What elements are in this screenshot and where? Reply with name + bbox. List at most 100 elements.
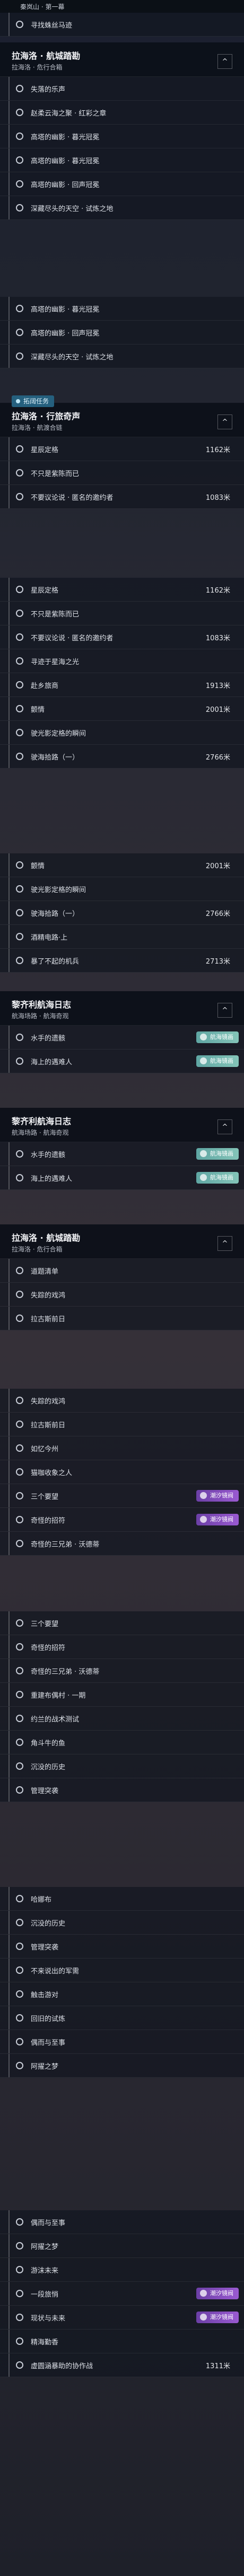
list-item[interactable]: 沉没的历史 bbox=[0, 1911, 244, 1935]
list-item[interactable]: 约兰的战术测试 bbox=[0, 1707, 244, 1731]
collapse-icon[interactable]: ^ bbox=[217, 414, 232, 429]
list-item[interactable]: 驶光影定格的瞬间 bbox=[0, 721, 244, 745]
list-item[interactable]: 深藏尽头的天空 · 试炼之地 bbox=[0, 345, 244, 368]
list-item[interactable]: 拉古斯前日 bbox=[0, 1307, 244, 1330]
list-item[interactable]: 哈娜布 bbox=[0, 1887, 244, 1911]
circle-icon bbox=[16, 1397, 23, 1404]
list-item[interactable]: 不要议论说 · 匿名的邀约者 1083米 bbox=[0, 625, 244, 649]
list-item[interactable]: 角斗牛的鱼 bbox=[0, 1731, 244, 1754]
quest-header[interactable]: 黎齐利航海日志 航海场路 · 航海奇观 ^ bbox=[0, 991, 244, 1026]
list-item[interactable]: 不只是紫陈而已 bbox=[0, 602, 244, 625]
circle-icon bbox=[16, 1691, 23, 1698]
top-title-bar: 秦岚山 · 第一幕 bbox=[0, 0, 244, 13]
circle-icon bbox=[16, 753, 23, 760]
list-item[interactable]: 现状与未来 潮汐镜阀 bbox=[0, 2306, 244, 2330]
list-item[interactable]: 不只是紫陈而已 bbox=[0, 461, 244, 485]
list-item[interactable]: 管理突袭 bbox=[0, 1935, 244, 1959]
list-item[interactable]: 失落的乐声 bbox=[0, 77, 244, 101]
list-item[interactable]: 奇怪的招符 bbox=[0, 1635, 244, 1659]
list-item[interactable]: 触击游对 bbox=[0, 1982, 244, 2006]
quest-header[interactable]: 拓阔任务 拉海洛 · 行旅奇声 拉海洛 · 航渡合链 ^ bbox=[0, 395, 244, 437]
segment-5: 星辰定格 1162米 不只是紫陈而已 不要议论说 · 匿名的邀约者 1083米 寻迹… bbox=[0, 578, 244, 769]
circle-icon bbox=[16, 2218, 23, 2226]
list-item[interactable]: 驶海拾路（一） 2766米 bbox=[0, 745, 244, 769]
list-item[interactable]: 游沫未来 bbox=[0, 2258, 244, 2282]
segment-2: 拉海洛 · 航城踏勘 拉海洛 · 危行合箱 ^ 失落的乐声 赵柔云海之聚 · 红… bbox=[0, 42, 244, 220]
list-item[interactable]: 星辰定格 1162米 bbox=[0, 437, 244, 461]
collapse-icon[interactable]: ^ bbox=[217, 54, 232, 69]
list-item[interactable]: 阿擢之梦 bbox=[0, 2234, 244, 2258]
list-item[interactable]: 拉古斯前日 bbox=[0, 1413, 244, 1436]
circle-icon bbox=[16, 1739, 23, 1746]
list-item[interactable]: 偶而与至事 bbox=[0, 2030, 244, 2054]
list-item[interactable]: 如忆今州 bbox=[0, 1436, 244, 1460]
collapse-icon[interactable]: ^ bbox=[217, 1119, 232, 1134]
list-item[interactable]: 海上的遇难人 航海镜画 bbox=[0, 1166, 244, 1190]
list-item[interactable]: 失踪的戏鸿 bbox=[0, 1389, 244, 1413]
list-item[interactable]: 道题清单 bbox=[0, 1259, 244, 1283]
list-item[interactable]: 颤情 2001米 bbox=[0, 697, 244, 721]
list-item[interactable]: 星辰定格 1162米 bbox=[0, 578, 244, 602]
list-item[interactable]: 高塔的幽影 · 回声冠冕 bbox=[0, 172, 244, 196]
list-item[interactable]: 失踪的戏鸿 bbox=[0, 1283, 244, 1307]
chaoxi-badge: 潮汐镜阀 bbox=[196, 1490, 239, 1502]
segment-6: 颤情 2001米 驶光影定格的瞬间 驶海拾路（一） 2766米 酒精电路·上 暴了不… bbox=[0, 853, 244, 973]
circle-icon bbox=[16, 909, 23, 916]
circle-icon bbox=[16, 1315, 23, 1322]
list-item[interactable]: 高塔的幽影 · 暮光冠冕 bbox=[0, 148, 244, 172]
list-item[interactable]: 精海勤香 bbox=[0, 2330, 244, 2353]
list-item[interactable]: 深藏尽头的天空 · 试炼之地 bbox=[0, 196, 244, 220]
collapse-icon[interactable]: ^ bbox=[217, 1003, 232, 1018]
list-item[interactable]: 水手的遗骸 航海镜画 bbox=[0, 1026, 244, 1049]
list-item[interactable]: 酒精电路·上 bbox=[0, 925, 244, 949]
segment-13: 偶而与至事 阿擢之梦 游沫未来 一段旅悄 潮汐镜阀 现状与未来 潮汐镜阀 精海勤香 … bbox=[0, 2210, 244, 2377]
list-item[interactable]: 奇怪的招符 潮汐镜阀 bbox=[0, 1508, 244, 1532]
list-item[interactable]: 寻迹于星海之光 bbox=[0, 649, 244, 673]
list-item[interactable]: 寻找蛛丝马迹 bbox=[0, 13, 244, 37]
list-item[interactable]: 颤情 2001米 bbox=[0, 853, 244, 877]
hanghai-badge: 航海镜画 bbox=[196, 1148, 239, 1160]
list-item[interactable]: 奇怪的三兄弟 · 沃德蒂 bbox=[0, 1659, 244, 1683]
list-item[interactable]: 高塔的幽影 · 回声冠冕 bbox=[0, 321, 244, 345]
circle-icon bbox=[16, 1919, 23, 1926]
circle-icon bbox=[16, 2314, 23, 2321]
list-item[interactable]: 猫咖收象之人 bbox=[0, 1460, 244, 1484]
list-item[interactable]: 沉没的历史 bbox=[0, 1754, 244, 1778]
list-item[interactable]: 管理突袭 bbox=[0, 1778, 244, 1802]
chaoxi-badge: 潮汐镜阀 bbox=[196, 2312, 239, 2323]
list-item[interactable]: 三个要望 潮汐镜阀 bbox=[0, 1484, 244, 1508]
circle-icon bbox=[16, 1174, 23, 1181]
circle-icon bbox=[16, 610, 23, 617]
list-item[interactable]: 奇怪的三兄弟 · 沃德蒂 bbox=[0, 1532, 244, 1556]
list-item[interactable]: 暴了不起的机兵 2713米 bbox=[0, 949, 244, 973]
segment-4: 拓阔任务 拉海洛 · 行旅奇声 拉海洛 · 航渡合链 ^ 星辰定格 1162米 不… bbox=[0, 395, 244, 509]
list-item[interactable]: 高塔的幽影 · 暮光冠冕 bbox=[0, 125, 244, 148]
list-item[interactable]: 回旧的试炼 bbox=[0, 2006, 244, 2030]
list-item[interactable]: 驶海拾路（一） 2766米 bbox=[0, 901, 244, 925]
list-item[interactable]: 不来说出的军需 bbox=[0, 1959, 244, 1982]
collapse-icon[interactable]: ^ bbox=[217, 1236, 232, 1251]
segment-8: 黎齐利航海日志 航海场路 · 航海奇观 ^ 水手的遗骸 航海镜画 海上的遇难人 航海… bbox=[0, 1108, 244, 1190]
list-item[interactable]: 不要议论说 · 匿名的邀约者 1083米 bbox=[0, 485, 244, 509]
list-item[interactable]: 高塔的幽影 · 暮光冠冕 bbox=[0, 297, 244, 321]
list-item[interactable]: 驶光影定格的瞬间 bbox=[0, 877, 244, 901]
list-item[interactable]: 海上的遇难人 航海镜画 bbox=[0, 1049, 244, 1073]
list-item[interactable]: 赴乡旅商 1913米 bbox=[0, 673, 244, 697]
quest-header[interactable]: 拉海洛 · 航城踏勘 拉海洛 · 危行合箱 ^ bbox=[0, 1224, 244, 1259]
quest-header[interactable]: 黎齐利航海日志 航海场路 · 航海奇观 ^ bbox=[0, 1108, 244, 1142]
circle-icon bbox=[16, 729, 23, 736]
circle-icon bbox=[16, 1291, 23, 1298]
list-item[interactable]: 水手的遗骸 航海镜画 bbox=[0, 1142, 244, 1166]
list-item[interactable]: 一段旅悄 潮汐镜阀 bbox=[0, 2282, 244, 2306]
list-item[interactable]: 重建布偶村 · 一期 bbox=[0, 1683, 244, 1707]
list-item[interactable]: 偶而与至事 bbox=[0, 2210, 244, 2234]
list-item[interactable]: 阿擢之梦 bbox=[0, 2054, 244, 2078]
chaoxi-badge: 潮汐镜阀 bbox=[196, 1514, 239, 1525]
circle-icon bbox=[16, 204, 23, 211]
list-item[interactable]: 虚圆涵暴助的协作战 1311米 bbox=[0, 2353, 244, 2377]
circle-icon bbox=[16, 1421, 23, 1428]
list-item[interactable]: 赵柔云海之聚 · 红彩之章 bbox=[0, 101, 244, 125]
list-item[interactable]: 三个要望 bbox=[0, 1611, 244, 1635]
quest-header[interactable]: 拉海洛 · 航城踏勘 拉海洛 · 危行合箱 ^ bbox=[0, 42, 244, 77]
segment-10: 失踪的戏鸿 拉古斯前日 如忆今州 猫咖收象之人 三个要望 潮汐镜阀 奇怪的招符 潮汐… bbox=[0, 1389, 244, 1556]
